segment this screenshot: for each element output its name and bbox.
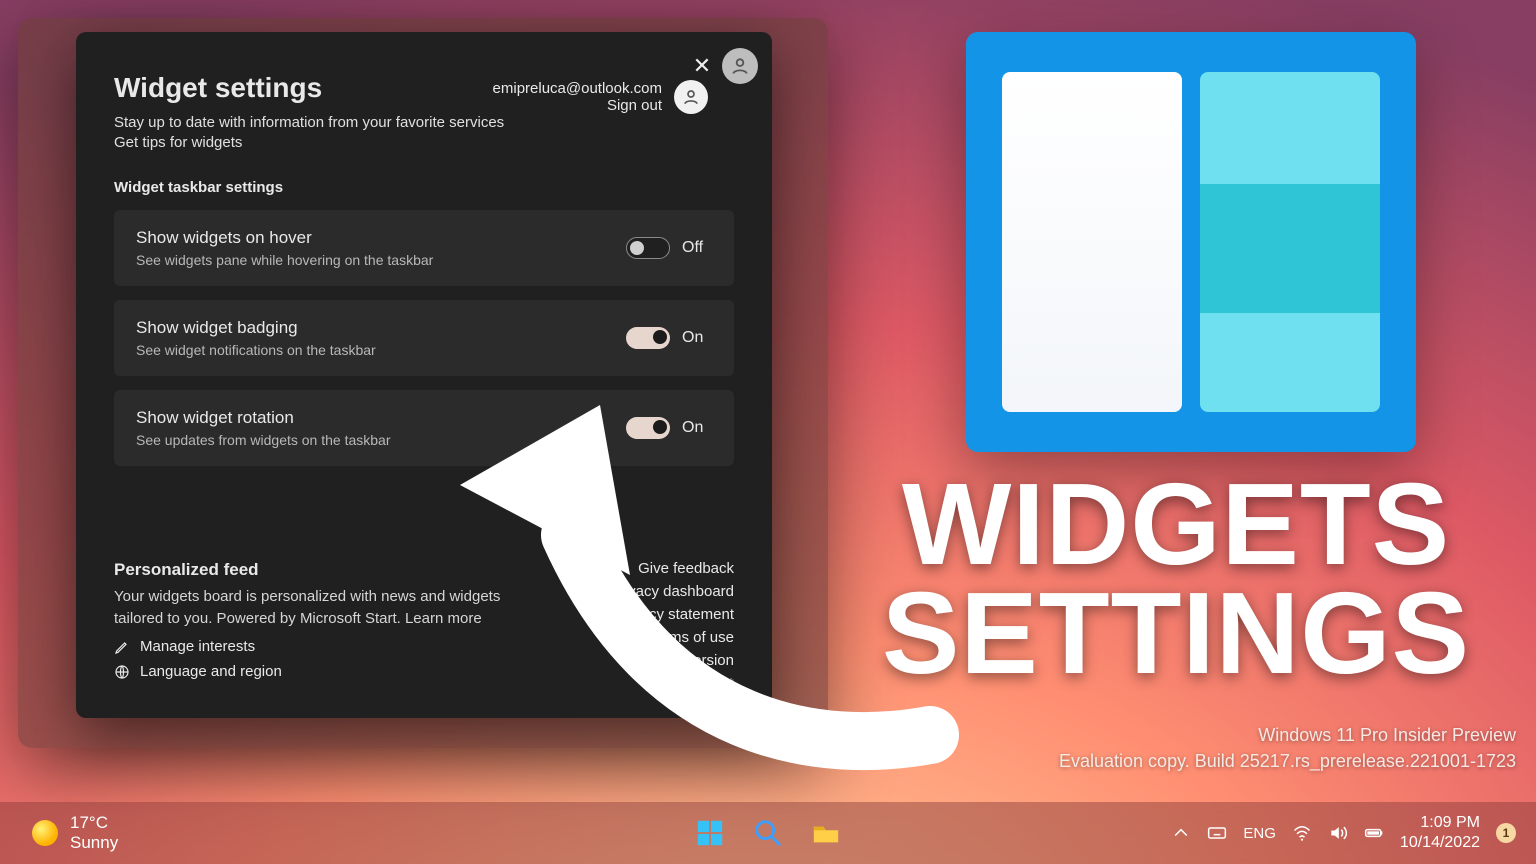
battery-icon [1364, 823, 1384, 843]
windows-icon [695, 818, 725, 848]
speaker-icon [1328, 823, 1348, 843]
toggle-state: On [682, 419, 712, 437]
clock-date: 10/14/2022 [1400, 833, 1480, 853]
search-button[interactable] [751, 816, 785, 850]
setting-desc: See updates from widgets on the taskbar [136, 432, 390, 448]
close-icon: ✕ [693, 53, 711, 79]
sun-icon [32, 820, 58, 846]
setting-hover: Show widgets on hover See widgets pane w… [114, 210, 734, 286]
setting-title: Show widgets on hover [136, 228, 433, 248]
weather-cond: Sunny [70, 833, 118, 853]
wifi-icon [1292, 823, 1312, 843]
pencil-icon [114, 639, 130, 655]
version-value: 521.* [610, 675, 734, 692]
start-button[interactable] [693, 816, 727, 850]
tray-chevron[interactable] [1171, 823, 1191, 843]
person-icon [682, 88, 700, 106]
dialog-footer: Personalized feed Your widgets board is … [114, 560, 734, 692]
notification-badge[interactable]: 1 [1496, 823, 1516, 843]
version-label: Version [610, 652, 734, 669]
touch-keyboard-button[interactable] [1207, 823, 1227, 843]
person-icon [730, 56, 750, 76]
explorer-button[interactable] [809, 816, 843, 850]
toggle-badging[interactable] [626, 327, 670, 349]
feed-body: Your widgets board is personalized with … [114, 586, 534, 630]
taskbar: 17°C Sunny [0, 802, 1536, 864]
widgets-app-icon [966, 32, 1416, 452]
taskbar-weather[interactable]: 17°C Sunny [20, 807, 130, 859]
account-email: emipreluca@outlook.com [493, 80, 662, 97]
wifi-button[interactable] [1292, 823, 1312, 843]
volume-button[interactable] [1328, 823, 1348, 843]
feedback-link[interactable]: Give feedback [610, 560, 734, 577]
taskbar-clock[interactable]: 1:09 PM 10/14/2022 [1400, 813, 1480, 853]
setting-desc: See widgets pane while hovering on the t… [136, 252, 433, 268]
folder-icon [811, 818, 841, 848]
weather-temp: 17°C [70, 813, 118, 833]
setting-desc: See widget notifications on the taskbar [136, 342, 376, 358]
widget-settings-dialog: ✕ emipreluca@outlook.com Sign out Widget… [76, 32, 772, 718]
feed-heading: Personalized feed [114, 560, 534, 580]
setting-title: Show widget rotation [136, 408, 390, 428]
clock-time: 1:09 PM [1400, 813, 1480, 833]
section-label: Widget taskbar settings [114, 179, 734, 196]
terms-link[interactable]: Terms of use [610, 629, 734, 646]
language-region-link[interactable]: Language and region [114, 663, 534, 680]
tips-link[interactable]: Get tips for widgets [114, 134, 734, 151]
setting-title: Show widget badging [136, 318, 376, 338]
privacy-stmt-link[interactable]: Privacy statement [610, 606, 734, 623]
account-block: emipreluca@outlook.com Sign out [493, 80, 708, 114]
promo-title: WIDGETS SETTINGS [816, 470, 1536, 688]
globe-icon [114, 664, 130, 680]
toggle-state: On [682, 329, 712, 347]
search-icon [753, 818, 783, 848]
setting-rotation: Show widget rotation See updates from wi… [114, 390, 734, 466]
setting-badging: Show widget badging See widget notificat… [114, 300, 734, 376]
chevron-up-icon [1171, 823, 1191, 843]
dialog-subtitle: Stay up to date with information from yo… [114, 112, 734, 134]
manage-interests-link[interactable]: Manage interests [114, 638, 534, 655]
keyboard-icon [1207, 823, 1227, 843]
account-avatar[interactable] [674, 80, 708, 114]
profile-button[interactable] [722, 48, 758, 84]
close-button[interactable]: ✕ [688, 52, 716, 80]
language-indicator[interactable]: ENG [1243, 825, 1276, 842]
toggle-rotation[interactable] [626, 417, 670, 439]
privacy-dash-link[interactable]: Privacy dashboard [610, 583, 734, 600]
build-watermark: Windows 11 Pro Insider Preview Evaluatio… [1059, 722, 1516, 774]
signout-link[interactable]: Sign out [607, 97, 662, 114]
battery-button[interactable] [1364, 823, 1384, 843]
toggle-state: Off [682, 239, 712, 257]
toggle-hover[interactable] [626, 237, 670, 259]
